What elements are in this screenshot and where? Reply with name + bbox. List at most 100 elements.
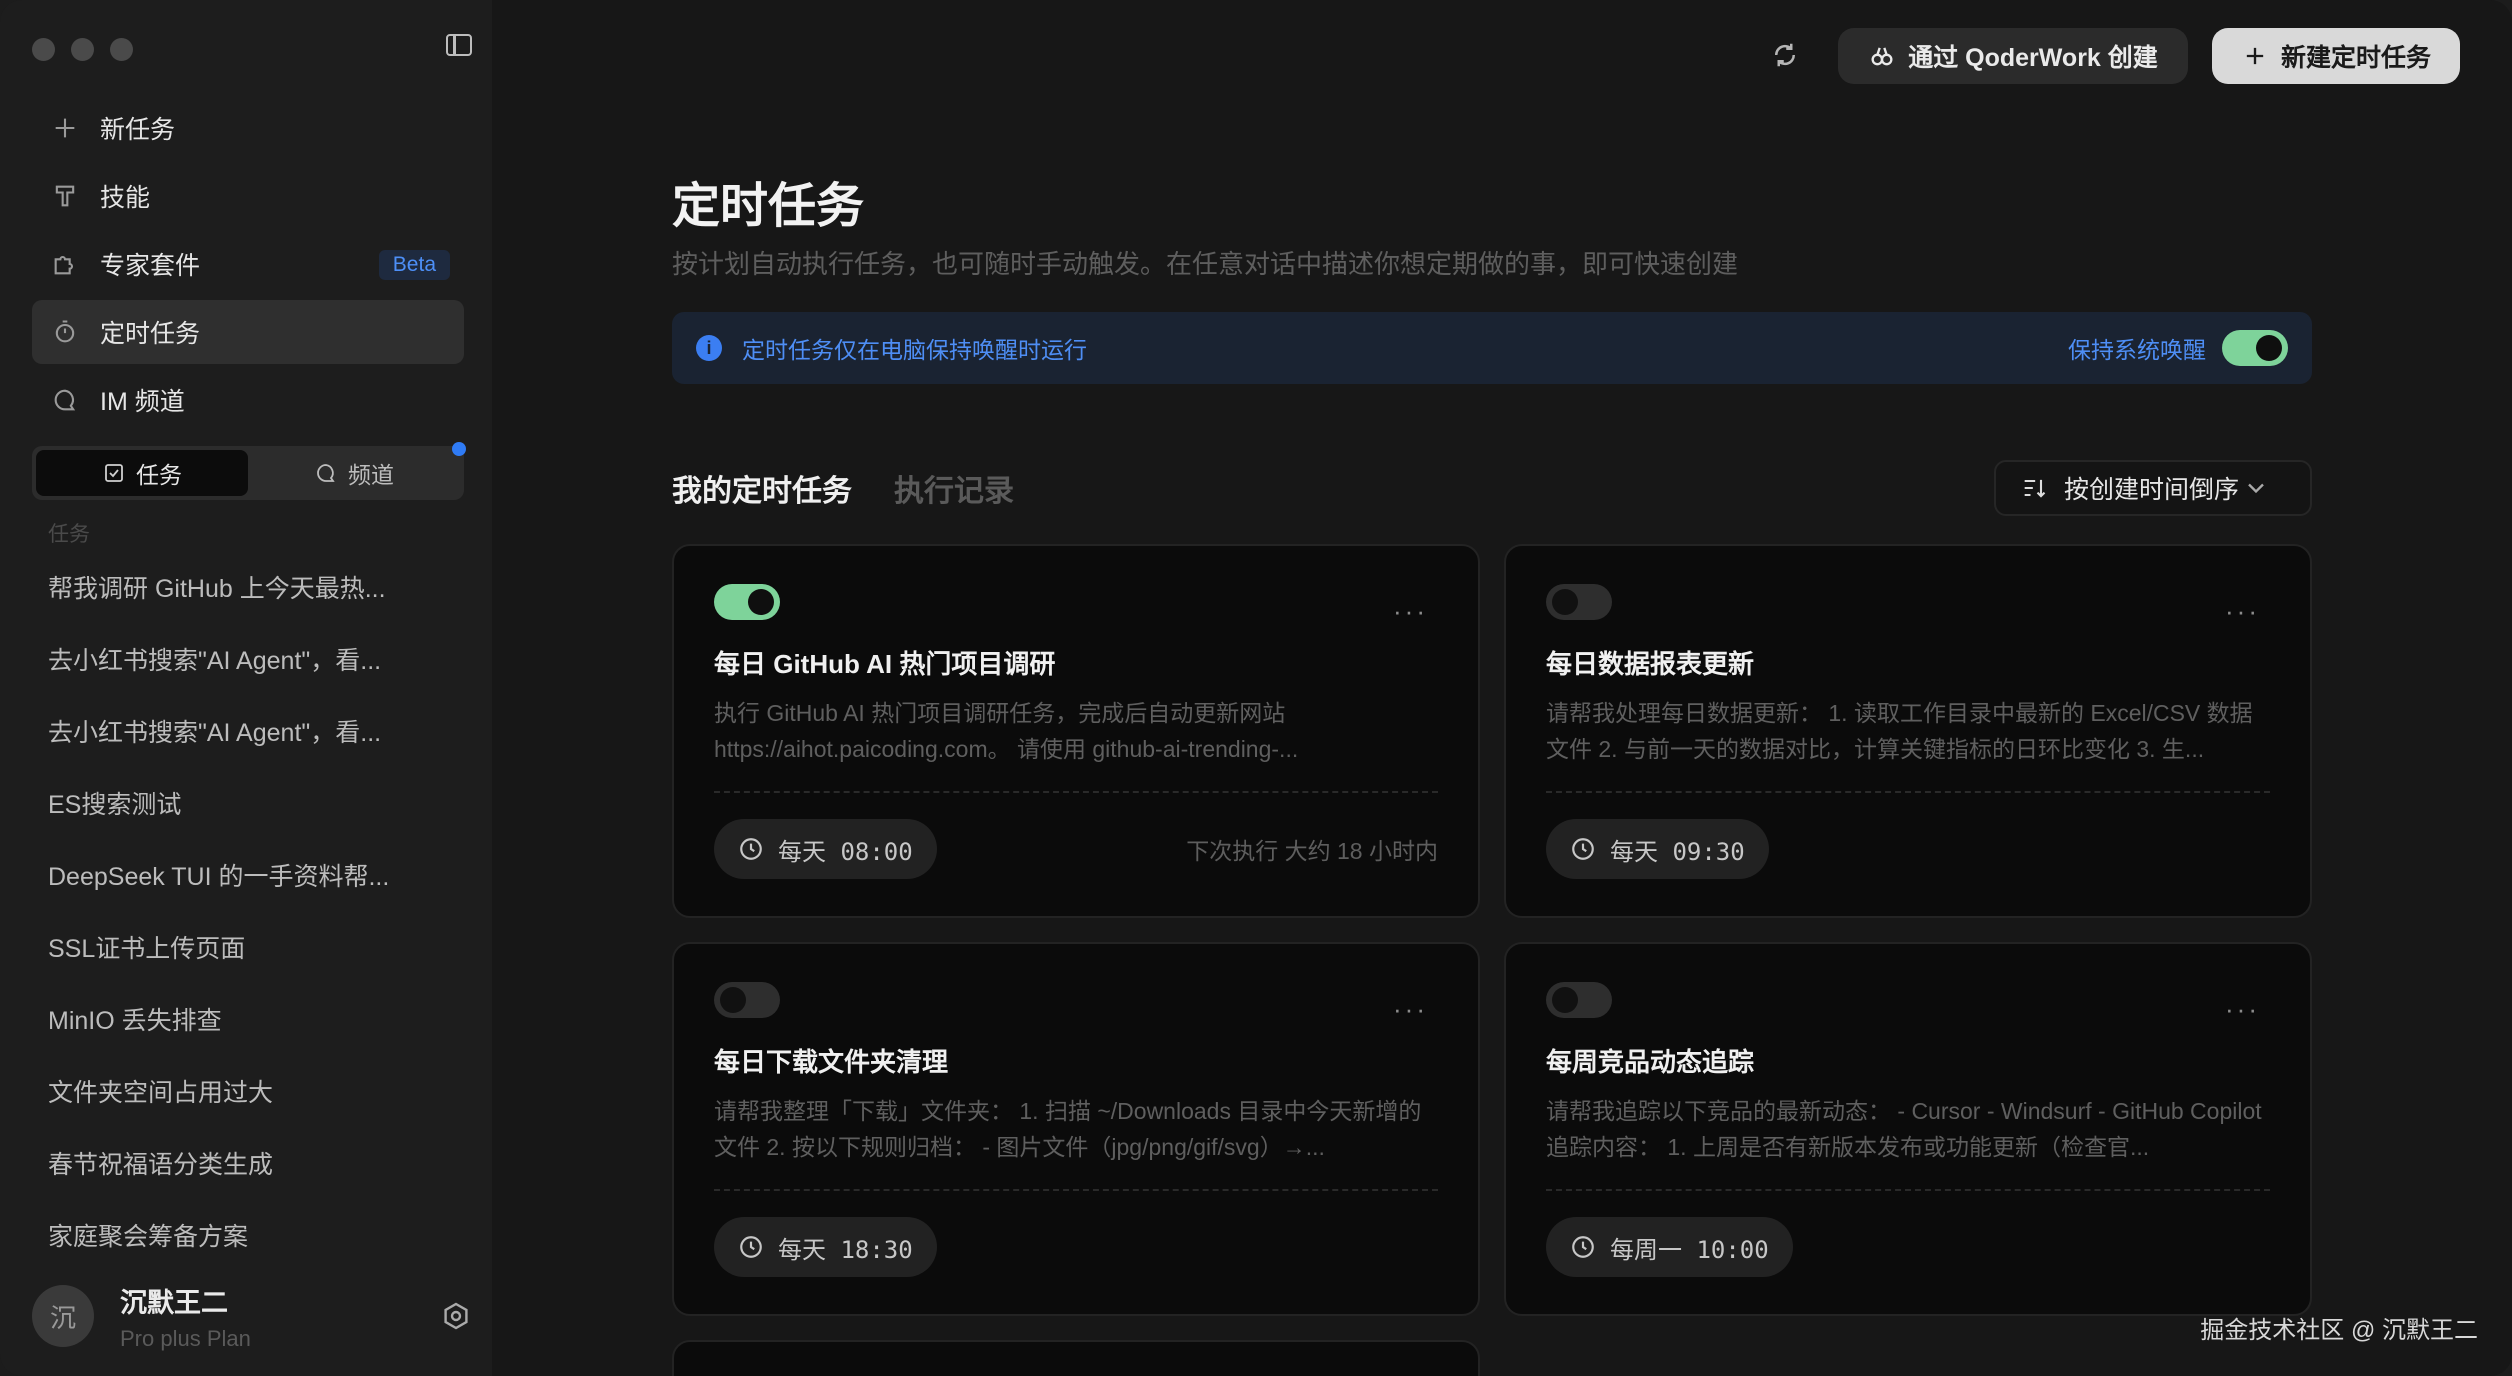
sidebar-item-label: 新任务 [100,116,176,144]
list-item[interactable]: 去小红书搜索"AI Agent"，看... [48,700,458,772]
tab-channels[interactable]: 频道 [248,450,460,496]
more-options-icon[interactable]: ··· [2225,596,2260,627]
zoom-window-button[interactable] [110,38,133,61]
divider [714,791,1438,793]
divider [1546,791,2270,793]
sort-dropdown[interactable]: 按创建时间倒序 [1994,460,2312,516]
divider [1546,1189,2270,1191]
timer-icon [50,317,80,347]
list-item[interactable]: ES搜索测试 [48,772,458,844]
tab-execution-history[interactable]: 执行记录 [894,466,1014,510]
button-label: 新建定时任务 [2280,44,2431,72]
sidebar-item-label: 专家套件 [100,252,201,280]
list-item[interactable]: DeepSeek TUI 的一手资料帮... [48,844,458,916]
create-via-qoderwork-button[interactable]: 通过 QoderWork 创建 [1838,28,2188,84]
task-channel-switch: 任务 频道 [32,442,466,500]
page-title: 定时任务 [672,180,865,233]
task-title: 每日数据报表更新 [1546,649,1755,679]
sidebar-item-im-channel[interactable]: IM 频道 [32,368,464,432]
checkbox-icon [105,464,123,482]
list-item[interactable]: SSL证书上传页面 [48,916,458,988]
plus-icon [2246,47,2264,65]
task-description: 请帮我整理「下载」文件夹： 1. 扫描 ~/Downloads 目录中今天新增的… [714,1098,1422,1160]
task-tabs: 我的定时任务 执行记录 [672,466,1014,510]
task-enabled-toggle[interactable] [714,584,780,620]
task-description: 请帮我追踪以下竞品的最新动态： - Cursor - Windsurf - Gi… [1546,1098,2262,1160]
sidebar-item-expert-kit[interactable]: 专家套件 Beta [32,232,464,296]
list-item[interactable]: 帮我调研 GitHub 上今天最热... [48,556,458,628]
schedule-text: 每周一 10:00 [1610,1235,1769,1264]
sidebar-item-label: 定时任务 [100,320,201,348]
page-subtitle: 按计划自动执行任务，也可随时手动触发。在任意对话中描述你想定期做的事，即可快速创… [672,249,1739,279]
more-options-icon[interactable]: ··· [2225,994,2260,1025]
task-enabled-toggle[interactable] [714,982,780,1018]
task-card-partial[interactable] [672,1340,1480,1376]
tab-tasks[interactable]: 任务 [36,450,248,496]
user-name: 沉默王二 [120,1287,228,1318]
schedule-chip: 每天 18:30 [714,1217,937,1277]
sidebar-toggle-icon[interactable] [446,34,472,56]
divider [714,1189,1438,1191]
qoder-icon [1871,47,1893,66]
chat-icon [50,385,80,415]
tab-my-tasks[interactable]: 我的定时任务 [672,466,852,510]
sidebar-item-label: 技能 [100,184,151,212]
info-icon: i [696,335,722,361]
plus-icon [50,113,80,143]
new-scheduled-task-button[interactable]: 新建定时任务 [2212,28,2460,84]
section-label: 任务 [48,523,90,546]
sidebar: 新任务 技能 专家套件 Beta 定时任务 IM 频道 任务 频道 任务 帮我调… [0,0,492,1376]
beta-badge: Beta [378,250,450,280]
list-item[interactable]: MinIO 丢失排查 [48,988,458,1060]
tab-label: 任务 [136,462,182,488]
avatar: 沉 [32,1285,94,1347]
sort-icon [2024,479,2046,498]
clock-icon [1572,838,1594,860]
chat-icon [317,464,335,482]
close-window-button[interactable] [32,38,55,61]
schedule-chip: 每天 09:30 [1546,819,1769,879]
user-plan: Pro plus Plan [120,1325,251,1351]
button-label: 通过 QoderWork 创建 [1908,44,2158,72]
task-description: 请帮我处理每日数据更新： 1. 读取工作目录中最新的 Excel/CSV 数据文… [1546,700,2253,762]
task-description: 执行 GitHub AI 热门项目调研任务，完成后自动更新网站 https://… [714,700,1299,762]
more-options-icon[interactable]: ··· [1393,994,1428,1025]
task-enabled-toggle[interactable] [1546,982,1612,1018]
list-item[interactable]: 家庭聚会筹备方案 [48,1204,458,1276]
sidebar-nav: 新任务 技能 专家套件 Beta 定时任务 IM 频道 [32,96,464,436]
watermark: 掘金技术社区 @ 沉默王二 [2200,1317,2478,1344]
task-card[interactable]: ··· 每日下载文件夹清理 请帮我整理「下载」文件夹： 1. 扫描 ~/Down… [672,942,1480,1316]
schedule-chip: 每天 08:00 [714,819,937,879]
list-item[interactable]: 去小红书搜索"AI Agent"，看... [48,628,458,700]
task-history-list: 帮我调研 GitHub 上今天最热... 去小红书搜索"AI Agent"，看.… [48,556,458,1276]
sidebar-item-scheduled-tasks[interactable]: 定时任务 [32,300,464,364]
settings-icon[interactable] [440,1300,472,1332]
sidebar-item-new-task[interactable]: 新任务 [32,96,464,160]
sort-label: 按创建时间倒序 [2064,476,2240,504]
next-run-text: 下次执行 大约 18 小时内 [1186,838,1438,864]
schedule-text: 每天 08:00 [778,837,913,866]
window-controls [32,38,133,61]
task-card[interactable]: ··· 每日数据报表更新 请帮我处理每日数据更新： 1. 读取工作目录中最新的 … [1504,544,2312,918]
keep-awake-label: 保持系统唤醒 [2068,337,2206,363]
task-card[interactable]: ··· 每日 GitHub AI 热门项目调研 执行 GitHub AI 热门项… [672,544,1480,918]
task-card[interactable]: ··· 每周竞品动态追踪 请帮我追踪以下竞品的最新动态： - Cursor - … [1504,942,2312,1316]
unread-dot [452,442,466,456]
clock-icon [1572,1236,1594,1258]
refresh-icon[interactable] [1770,40,1800,70]
keep-awake-toggle[interactable] [2222,330,2288,366]
list-item[interactable]: 文件夹空间占用过大 [48,1060,458,1132]
notice-text: 定时任务仅在电脑保持唤醒时运行 [742,337,1087,363]
puzzle-icon [50,249,80,279]
task-enabled-toggle[interactable] [1546,584,1612,620]
more-options-icon[interactable]: ··· [1393,596,1428,627]
tab-label: 频道 [348,462,394,488]
awake-notice-banner: i 定时任务仅在电脑保持唤醒时运行 保持系统唤醒 [672,312,2312,384]
sidebar-item-label: IM 频道 [100,388,185,416]
minimize-window-button[interactable] [71,38,94,61]
sidebar-item-skills[interactable]: 技能 [32,164,464,228]
user-profile[interactable]: 沉 沉默王二 Pro plus Plan [32,1280,472,1352]
clock-icon [740,838,762,860]
schedule-text: 每天 18:30 [778,1235,913,1264]
list-item[interactable]: 春节祝福语分类生成 [48,1132,458,1204]
